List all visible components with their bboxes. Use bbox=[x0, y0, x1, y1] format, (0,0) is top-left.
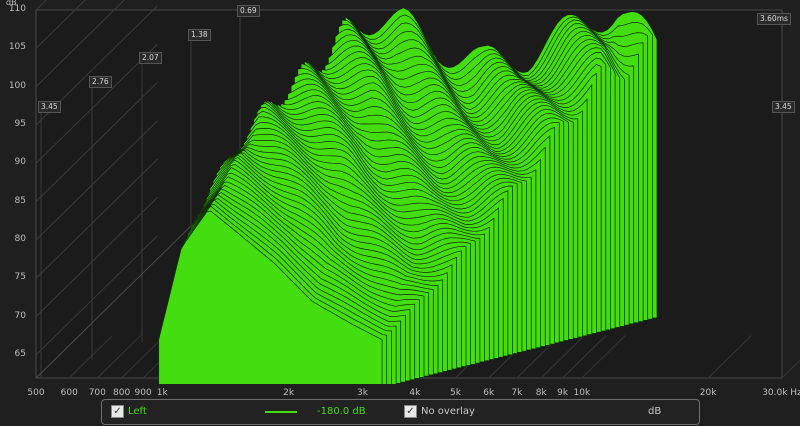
waterfall-plot bbox=[0, 0, 800, 426]
level-value: -180.0 dB bbox=[317, 406, 366, 417]
x-tick-label: 800 bbox=[113, 388, 131, 398]
y-tick-label: 90 bbox=[14, 157, 26, 168]
x-tick-label: 30.0k Hz bbox=[762, 388, 800, 398]
time-axis-label: 3.45 bbox=[38, 101, 61, 113]
x-tick-label: 700 bbox=[88, 388, 106, 398]
time-axis-label: 3.45 bbox=[772, 101, 795, 113]
x-tick-label: 500 bbox=[27, 388, 45, 398]
y-tick-label: 70 bbox=[14, 310, 26, 321]
y-tick-label: 100 bbox=[8, 80, 26, 91]
x-tick-label: 3k bbox=[356, 388, 368, 398]
y-tick-label: 75 bbox=[14, 272, 26, 283]
y-tick-label: 95 bbox=[14, 119, 26, 129]
left-label[interactable]: Left bbox=[128, 405, 147, 418]
x-tick-label: 7k bbox=[511, 388, 523, 398]
y-tick-label: 65 bbox=[14, 349, 26, 359]
y-axis-unit: dB bbox=[6, 0, 17, 7]
x-tick-label: 4k bbox=[409, 388, 421, 398]
left-line-swatch bbox=[265, 411, 297, 413]
y-tick-label: 80 bbox=[14, 234, 26, 244]
x-tick-label: 9k bbox=[557, 388, 569, 398]
unit-label: dB bbox=[648, 406, 662, 417]
legend-bar: ✓ Left -180.0 dB ✓ No overlay dB bbox=[101, 399, 700, 425]
time-axis-label: 3.60ms bbox=[757, 13, 791, 25]
time-axis-label: 1.38 bbox=[188, 29, 211, 41]
y-tick-label: 85 bbox=[14, 195, 26, 206]
x-tick-label: 900 bbox=[134, 388, 152, 398]
x-tick-label: 10k bbox=[573, 388, 591, 398]
time-axis-label: 2.76 bbox=[89, 76, 112, 88]
x-tick-label: 600 bbox=[60, 388, 78, 398]
time-axis-label: 0.69 bbox=[237, 5, 260, 17]
x-tick-label: 20k bbox=[699, 388, 717, 398]
x-tick-label: 6k bbox=[483, 388, 495, 398]
time-axis-label: 2.07 bbox=[139, 52, 162, 64]
x-tick-label: 2k bbox=[283, 388, 295, 398]
x-tick-label: 5k bbox=[450, 388, 462, 398]
x-tick-label: 1k bbox=[156, 388, 168, 398]
overlay-label[interactable]: No overlay bbox=[421, 405, 475, 418]
x-tick-label: 8k bbox=[535, 388, 547, 398]
y-tick-label: 105 bbox=[8, 42, 26, 53]
left-checkbox[interactable]: ✓ bbox=[111, 405, 124, 418]
overlay-checkbox[interactable]: ✓ bbox=[404, 405, 417, 418]
